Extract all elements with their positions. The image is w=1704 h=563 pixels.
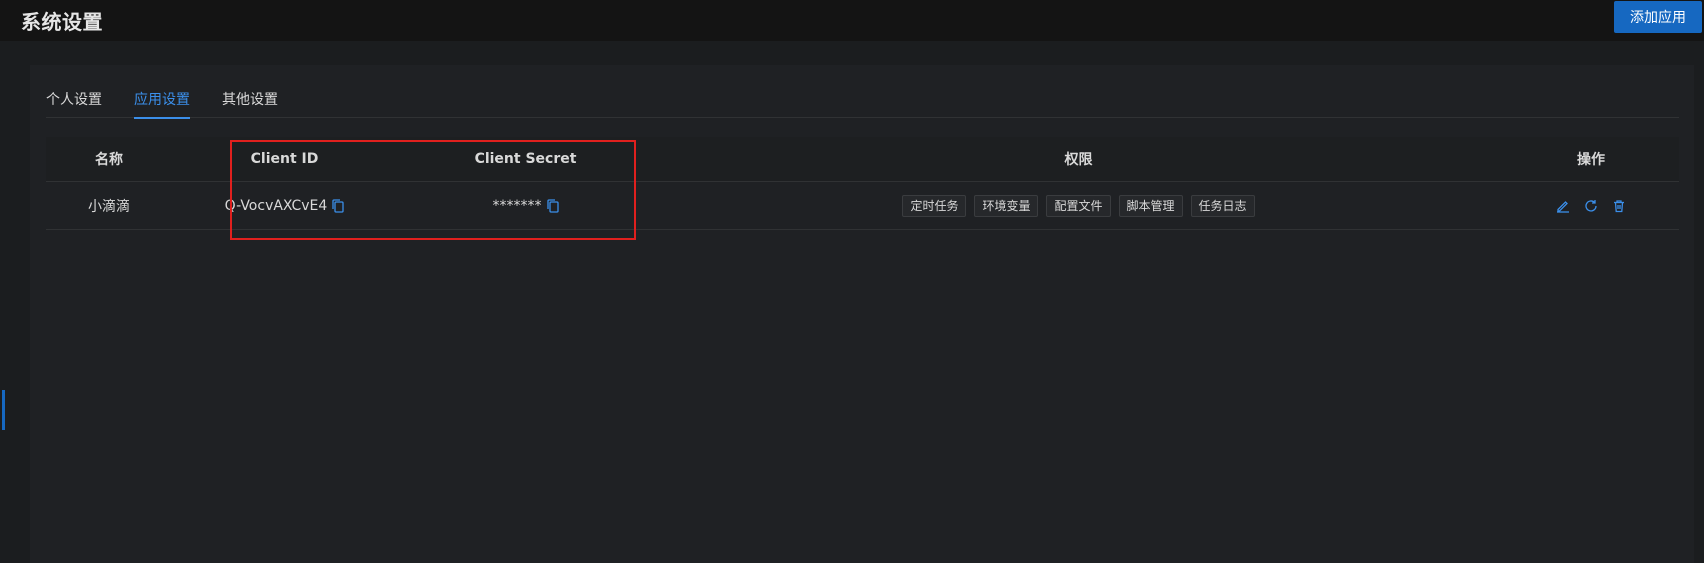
column-header-permissions: 权限: [1064, 152, 1093, 168]
actions-cell: [1503, 182, 1679, 229]
permission-tag: 配置文件: [1046, 194, 1111, 217]
side-rail: [0, 41, 7, 563]
tab-other-settings[interactable]: 其他设置: [222, 82, 278, 118]
app-name-cell: 小滴滴: [88, 198, 130, 215]
client-id-cell: Q-VocvAXCvE4: [172, 182, 397, 229]
permission-tag: 脚本管理: [1118, 194, 1183, 217]
tab-personal-settings[interactable]: 个人设置: [46, 82, 102, 118]
table-header: 名称 Client ID Client Secret 权限 操作: [46, 137, 1679, 182]
client-id-value: Q-VocvAXCvE4: [224, 197, 328, 214]
copy-icon[interactable]: [332, 198, 344, 213]
top-bar: 系统设置 添加应用: [0, 0, 1704, 41]
client-secret-value: *******: [492, 197, 542, 214]
column-header-client-id: Client ID: [250, 151, 319, 167]
table-row: 小滴滴 Q-VocvAXCvE4 ******* 定时任务 环境变量 配置文件 …: [46, 182, 1679, 230]
permissions-cell: 定时任务 环境变量 配置文件 脚本管理 任务日志: [654, 182, 1503, 229]
tab-app-settings[interactable]: 应用设置: [134, 82, 190, 119]
column-header-name: 名称: [95, 152, 123, 168]
add-app-button[interactable]: 添加应用: [1614, 1, 1702, 33]
client-secret-cell: *******: [397, 182, 654, 229]
trash-icon[interactable]: [1612, 199, 1626, 213]
side-rail-indicator: [2, 390, 5, 430]
edit-icon[interactable]: [1556, 199, 1570, 213]
permission-tag: 任务日志: [1190, 194, 1255, 217]
page-title: 系统设置: [21, 10, 103, 34]
permission-tag: 定时任务: [902, 194, 967, 217]
copy-icon[interactable]: [546, 198, 559, 213]
permission-tag: 环境变量: [974, 194, 1039, 217]
column-header-actions: 操作: [1577, 152, 1605, 168]
column-header-client-secret: Client Secret: [474, 151, 577, 167]
apps-table: 名称 Client ID Client Secret 权限 操作 小滴滴 Q-V…: [46, 137, 1679, 230]
refresh-icon[interactable]: [1584, 199, 1598, 213]
settings-tabs: 个人设置 应用设置 其他设置: [46, 82, 1679, 119]
